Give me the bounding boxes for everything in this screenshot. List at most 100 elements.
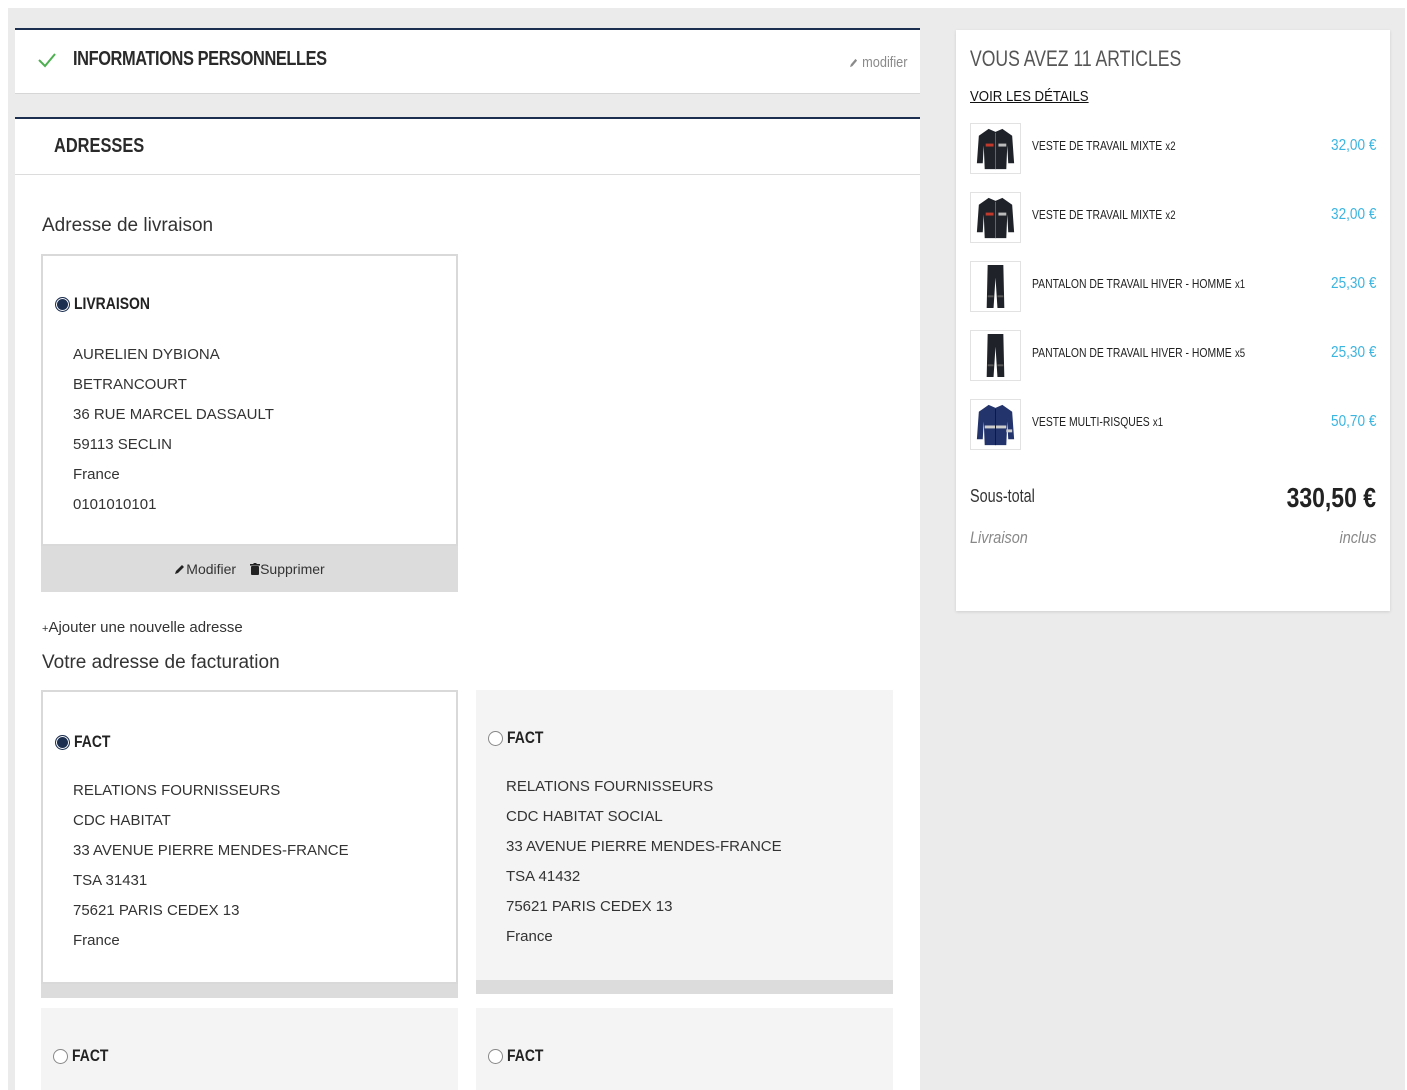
product-name-text: VESTE DE TRAVAIL MIXTE — [1032, 138, 1163, 153]
trash-icon — [250, 563, 261, 575]
address-card-body: FACT RELATIONS FOURNISSEURS CDC HABITAT … — [476, 690, 893, 980]
pants-icon — [986, 333, 1005, 378]
product-name-text: PANTALON DE TRAVAIL HIVER - HOMME — [1032, 276, 1232, 291]
address-radio[interactable]: FACT — [488, 1046, 551, 1066]
product-qty: x1 — [1152, 415, 1164, 429]
address-radio[interactable]: LIVRAISON — [55, 294, 167, 314]
product-price: 25,30 € — [1330, 344, 1376, 361]
delivery-address-card[interactable]: LIVRAISON AURELIEN DYBIONA BETRANCOURT 3… — [41, 254, 458, 592]
product-thumbnail[interactable] — [970, 123, 1021, 174]
address-line: BETRANCOURT — [73, 376, 187, 393]
address-card-actions — [41, 984, 458, 998]
product-qty: x2 — [1165, 208, 1176, 222]
billing-section-title: Votre adresse de facturation — [42, 652, 280, 673]
address-line: 75621 PARIS CEDEX 13 — [506, 898, 673, 915]
product-thumbnail[interactable] — [970, 192, 1021, 243]
product-name: PANTALON DE TRAVAIL HIVER - HOMME x5 — [1032, 345, 1245, 360]
product-qty: x1 — [1234, 277, 1246, 291]
delete-address-button[interactable]: Supprimer — [250, 561, 325, 577]
cart-item: PANTALON DE TRAVAIL HIVER - HOMME x5 25,3… — [970, 330, 1376, 382]
jacket-icon — [976, 404, 1015, 446]
radio-unselected-icon[interactable] — [53, 1048, 68, 1064]
product-thumbnail[interactable] — [970, 330, 1021, 381]
address-line: RELATIONS FOURNISSEURS — [73, 782, 281, 799]
address-line: 33 AVENUE PIERRE MENDES-FRANCE — [73, 842, 349, 859]
product-price: 32,00 € — [1330, 137, 1376, 154]
address-line: 0101010101 — [73, 496, 157, 513]
product-name: PANTALON DE TRAVAIL HIVER - HOMME x1 — [1032, 276, 1245, 291]
add-address-link[interactable]: +Ajouter une nouvelle adresse — [42, 619, 243, 636]
product-price: 25,30 € — [1330, 275, 1376, 292]
edit-label: Modifier — [186, 561, 237, 577]
billing-address-card[interactable]: FACT — [41, 1008, 458, 1090]
billing-address-card[interactable]: FACT RELATIONS FOURNISSEURS CDC HABITAT … — [41, 690, 458, 998]
radio-unselected-icon[interactable] — [488, 1048, 503, 1064]
billing-address-card[interactable]: FACT RELATIONS FOURNISSEURS CDC HABITAT … — [476, 690, 893, 994]
address-lines: RELATIONS FOURNISSEURS CDC HABITAT 33 AV… — [73, 776, 349, 956]
shipping-label: Livraison — [970, 528, 1028, 547]
address-line: 36 RUE MARCEL DASSAULT — [73, 406, 274, 423]
address-card-actions: Modifier Supprimer — [41, 546, 458, 592]
address-lines: AURELIEN DYBIONA BETRANCOURT 36 RUE MARC… — [73, 340, 274, 520]
address-line: France — [73, 466, 120, 483]
edit-address-button[interactable]: Modifier — [174, 561, 236, 577]
address-card-body: FACT RELATIONS FOURNISSEURS CDC HABITAT … — [41, 690, 458, 984]
edit-label: modifier — [862, 54, 908, 71]
radio-selected-icon[interactable] — [55, 296, 70, 312]
product-qty: x2 — [1165, 139, 1176, 153]
product-name: VESTE MULTI-RISQUES x1 — [1032, 414, 1163, 429]
cart-item: VESTE DE TRAVAIL MIXTE x2 32,00 € — [970, 192, 1376, 244]
radio-unselected-icon[interactable] — [488, 730, 503, 746]
address-line: CDC HABITAT SOCIAL — [506, 808, 663, 825]
step-addresses: ADRESSES Adresse de livraison LIVRAISON … — [15, 117, 920, 1090]
delivery-section-title: Adresse de livraison — [42, 215, 214, 236]
address-card-actions — [476, 980, 893, 994]
delete-label: Supprimer — [260, 561, 325, 577]
shipping-value: inclus — [1339, 528, 1376, 547]
address-line: France — [73, 932, 120, 949]
cart-item: VESTE MULTI-RISQUES x1 50,70 € — [970, 399, 1376, 451]
cart-item: PANTALON DE TRAVAIL HIVER - HOMME x1 25,3… — [970, 261, 1376, 313]
address-radio[interactable]: FACT — [55, 732, 118, 752]
address-radio[interactable]: FACT — [53, 1046, 116, 1066]
product-name-text: VESTE MULTI-RISQUES — [1032, 414, 1150, 429]
address-radio[interactable]: FACT — [488, 728, 551, 748]
product-thumbnail[interactable] — [970, 399, 1021, 450]
address-alias: FACT — [74, 732, 111, 751]
address-line: RELATIONS FOURNISSEURS — [506, 778, 714, 795]
product-price: 32,00 € — [1330, 206, 1376, 223]
subtotal-label: Sous-total — [970, 486, 1035, 506]
checkmark-icon — [38, 53, 56, 68]
cart-summary: VOUS AVEZ 11 ARTICLES VOIR LES DÉTAILS V… — [956, 30, 1390, 611]
address-alias: FACT — [72, 1046, 109, 1065]
step-title: INFORMATIONS PERSONNELLES — [73, 48, 327, 70]
subtotal-value: 330,50 € — [1286, 482, 1376, 513]
address-card-body: FACT — [41, 1008, 458, 1090]
cart-item: VESTE DE TRAVAIL MIXTE x2 32,00 € — [970, 123, 1376, 175]
radio-selected-icon[interactable] — [55, 734, 70, 750]
address-line: CDC HABITAT — [73, 812, 171, 829]
address-lines: RELATIONS FOURNISSEURS CDC HABITAT SOCIA… — [506, 772, 782, 952]
product-name-text: VESTE DE TRAVAIL MIXTE — [1032, 207, 1163, 222]
address-alias: LIVRAISON — [74, 294, 150, 313]
product-name: VESTE DE TRAVAIL MIXTE x2 — [1032, 207, 1176, 222]
address-line: TSA 31431 — [73, 872, 148, 889]
product-price: 50,70 € — [1330, 413, 1376, 430]
address-line: AURELIEN DYBIONA — [73, 346, 220, 363]
jacket-icon — [976, 128, 1015, 170]
edit-personal-link[interactable]: modifier — [850, 54, 908, 71]
pencil-icon — [175, 565, 185, 574]
address-line: 59113 SECLIN — [73, 436, 172, 453]
step-title: ADRESSES — [54, 135, 145, 157]
pencil-icon — [850, 58, 858, 68]
address-alias: FACT — [507, 728, 544, 747]
jacket-icon — [976, 197, 1015, 239]
cart-count: VOUS AVEZ 11 ARTICLES — [970, 46, 1182, 71]
address-line: 33 AVENUE PIERRE MENDES-FRANCE — [506, 838, 782, 855]
address-line: TSA 41432 — [506, 868, 581, 885]
view-details-link[interactable]: VOIR LES DÉTAILS — [970, 88, 1089, 105]
product-thumbnail[interactable] — [970, 261, 1021, 312]
address-line: 75621 PARIS CEDEX 13 — [73, 902, 240, 919]
billing-address-card[interactable]: FACT — [476, 1008, 893, 1090]
step-header: ADRESSES — [15, 119, 920, 175]
